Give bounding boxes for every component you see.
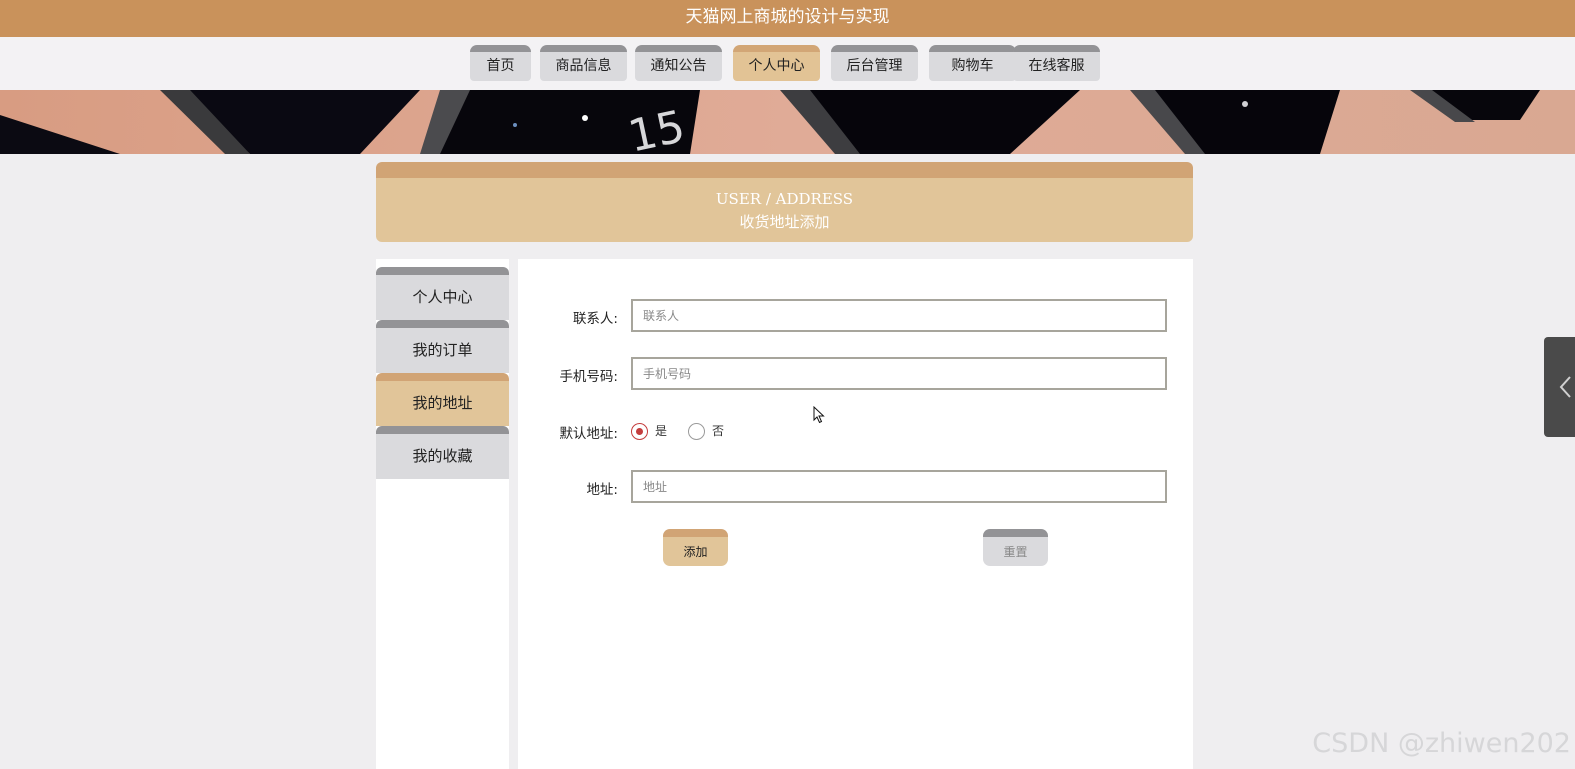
nav-personal-center[interactable]: 个人中心 (733, 45, 820, 81)
page-header-zh: 收货地址添加 (739, 213, 830, 231)
sidebar-item-my-orders[interactable]: 我的订单 (376, 320, 509, 373)
page-header: USER / ADDRESS 收货地址添加 (376, 162, 1193, 242)
nav-cart[interactable]: 购物车 (929, 45, 1016, 81)
default-address-label: 默认地址: (559, 426, 618, 442)
default-no-radio[interactable] (688, 423, 705, 440)
contact-input[interactable] (631, 299, 1167, 332)
contact-label: 联系人: (572, 311, 618, 327)
reset-button[interactable]: 重置 (983, 529, 1048, 566)
sidebar-item-personal-center[interactable]: 个人中心 (376, 267, 509, 320)
banner-image: 15 (0, 90, 1575, 154)
default-yes-label: 是 (655, 424, 668, 438)
add-button[interactable]: 添加 (663, 529, 728, 566)
nav-notices[interactable]: 通知公告 (635, 45, 722, 81)
sidebar-item-my-favorites[interactable]: 我的收藏 (376, 426, 509, 479)
watermark: CSDN @zhiwen202 (1312, 728, 1571, 759)
address-label: 地址: (586, 482, 618, 498)
nav-admin[interactable]: 后台管理 (831, 45, 918, 81)
page-header-en: USER / ADDRESS (715, 190, 854, 208)
nav-products[interactable]: 商品信息 (540, 45, 627, 81)
main-nav: 首页 商品信息 通知公告 个人中心 后台管理 购物车 在线客服 (0, 37, 1575, 90)
default-no-label: 否 (712, 424, 725, 438)
sidebar-item-my-address[interactable]: 我的地址 (376, 373, 509, 426)
chevron-left-icon (1559, 376, 1571, 398)
phone-label: 手机号码: (559, 369, 618, 385)
sidebar: 个人中心 我的订单 我的地址 我的收藏 (376, 259, 509, 769)
phone-input[interactable] (631, 357, 1167, 390)
side-toggle-tab[interactable] (1544, 337, 1575, 437)
nav-customer-service[interactable]: 在线客服 (1013, 45, 1100, 81)
mouse-pointer-icon (813, 405, 825, 428)
nav-home[interactable]: 首页 (470, 45, 531, 81)
address-form: 联系人: 手机号码: 默认地址: 是 否 地址: 添加 重置 (518, 259, 1193, 769)
site-title: 天猫网上商城的设计与实现 (0, 0, 1575, 37)
default-yes-radio[interactable] (631, 423, 648, 440)
address-input[interactable] (631, 470, 1167, 503)
